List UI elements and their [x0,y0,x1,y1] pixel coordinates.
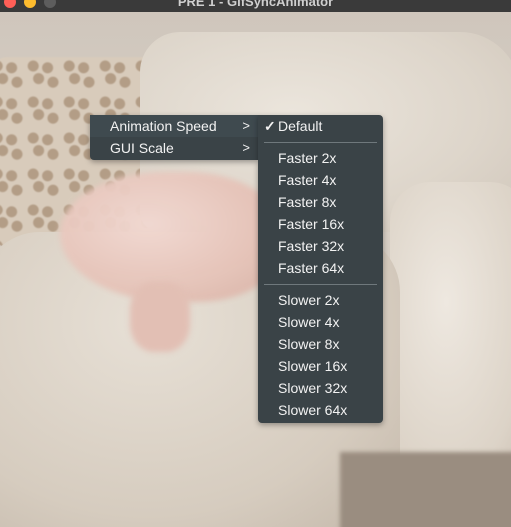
speed-option-default[interactable]: ✓ Default [258,115,383,137]
window-title: PRE 1 - GifSyncAnimator [177,0,334,9]
speed-option-faster-4x[interactable]: Faster 4x [258,169,383,191]
speed-option-slower-2x[interactable]: Slower 2x [258,289,383,311]
menu-item-label: GUI Scale [110,140,174,156]
floor [340,452,511,527]
title-bar: PRE 1 - GifSyncAnimator [0,0,511,12]
speed-option-faster-32x[interactable]: Faster 32x [258,235,383,257]
menu-separator [264,284,377,285]
menu-item-animation-speed[interactable]: Animation Speed > [90,115,258,137]
speed-option-slower-16x[interactable]: Slower 16x [258,355,383,377]
speed-option-slower-8x[interactable]: Slower 8x [258,333,383,355]
speed-option-slower-32x[interactable]: Slower 32x [258,377,383,399]
context-menu: Animation Speed > GUI Scale > [90,115,258,160]
animation-speed-submenu: ✓ Default Faster 2x Faster 4x Faster 8x … [258,115,383,423]
animation-canvas[interactable] [0,12,511,527]
speed-option-faster-64x[interactable]: Faster 64x [258,257,383,279]
speed-option-slower-4x[interactable]: Slower 4x [258,311,383,333]
couch-arm [390,182,511,482]
piglet-leg [130,282,190,352]
menu-item-gui-scale[interactable]: GUI Scale > [90,137,258,159]
speed-option-slower-64x[interactable]: Slower 64x [258,399,383,421]
speed-option-faster-8x[interactable]: Faster 8x [258,191,383,213]
speed-option-faster-16x[interactable]: Faster 16x [258,213,383,235]
menu-separator [264,142,377,143]
menu-item-label: Animation Speed [110,118,217,134]
speed-option-faster-2x[interactable]: Faster 2x [258,147,383,169]
checkmark-icon: ✓ [264,118,276,134]
speed-option-label: Default [278,118,323,134]
chevron-right-icon: > [242,140,250,155]
chevron-right-icon: > [242,118,250,133]
